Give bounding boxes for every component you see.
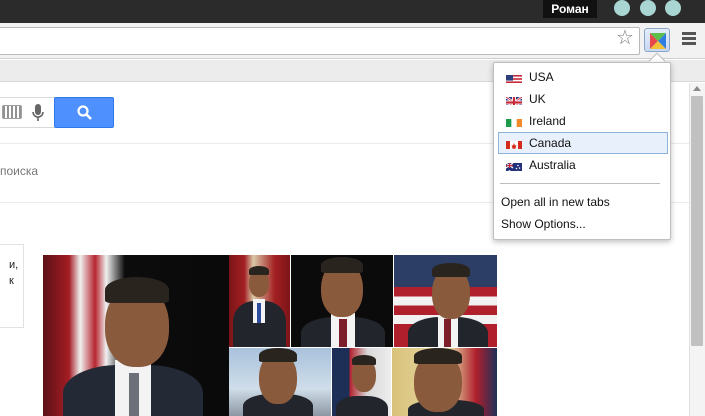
country-label: Australia (529, 158, 576, 172)
card-text: к (9, 275, 14, 287)
country-switcher-popup: USA UK Ireland Canada Australia Open all… (493, 62, 671, 240)
open-all-in-new-tabs-item[interactable]: Open all in new tabs (501, 195, 610, 209)
country-label: USA (529, 70, 554, 84)
microphone-icon[interactable] (31, 103, 45, 123)
image-result[interactable] (43, 255, 229, 416)
flag-switcher-extension-icon (650, 33, 666, 49)
country-item-uk[interactable]: UK (498, 88, 668, 110)
uk-flag-icon (506, 94, 522, 105)
country-label: Ireland (529, 114, 566, 128)
popup-divider (500, 183, 660, 184)
address-bar[interactable] (0, 27, 640, 55)
ireland-flag-icon (506, 116, 522, 127)
country-label: Canada (529, 136, 572, 150)
country-item-ireland[interactable]: Ireland (498, 110, 668, 132)
image-result[interactable] (394, 255, 497, 347)
country-label: UK (529, 92, 546, 106)
image-result[interactable] (332, 348, 391, 416)
image-result[interactable] (291, 255, 393, 347)
image-result[interactable] (229, 348, 331, 416)
search-icon (77, 105, 92, 120)
country-item-canada[interactable]: Canada (498, 132, 668, 154)
scroll-up-arrow-icon[interactable] (693, 86, 701, 91)
minimize-button[interactable] (614, 0, 630, 16)
close-button[interactable] (665, 0, 681, 16)
country-item-australia[interactable]: Australia (498, 154, 668, 176)
hamburger-menu-icon[interactable] (680, 30, 698, 50)
image-result[interactable] (392, 348, 497, 416)
search-tools-link[interactable]: поиска (0, 164, 38, 178)
country-item-usa[interactable]: USA (498, 66, 668, 88)
search-button[interactable] (54, 97, 114, 128)
title-bar (0, 0, 705, 23)
image-result[interactable] (229, 255, 290, 347)
canada-flag-icon (506, 138, 522, 149)
show-options-item[interactable]: Show Options... (501, 217, 586, 231)
keyboard-icon[interactable] (2, 105, 22, 119)
flag-switcher-extension-button[interactable] (644, 28, 670, 52)
us-flag-icon (506, 72, 522, 83)
profile-name-badge[interactable]: Роман (543, 0, 597, 18)
maximize-button[interactable] (640, 0, 656, 16)
card-text: и, (9, 259, 19, 271)
scrollbar-thumb[interactable] (691, 96, 703, 346)
australia-flag-icon (506, 160, 522, 171)
knowledge-card: и, к (0, 244, 24, 328)
star-icon[interactable]: ☆ (614, 27, 636, 49)
